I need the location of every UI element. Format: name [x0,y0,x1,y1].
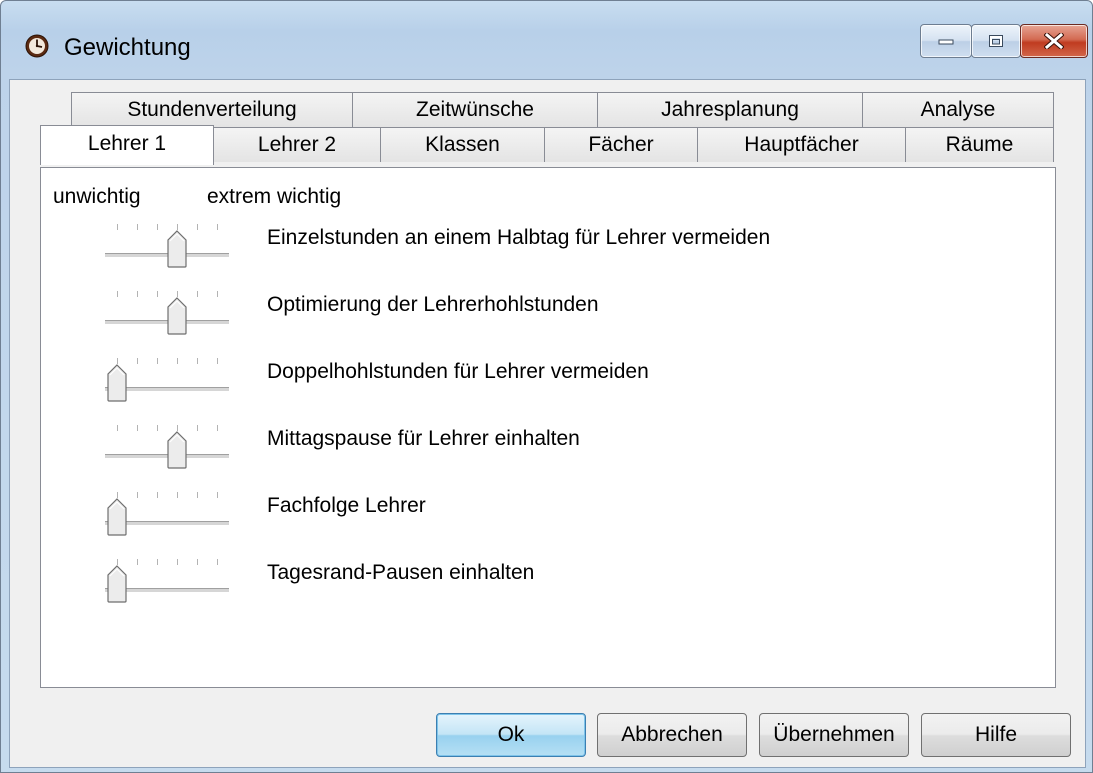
tab-lehrer-2[interactable]: Lehrer 2 [213,127,381,162]
close-button[interactable] [1020,24,1088,58]
option-label: Doppelhohlstunden für Lehrer vermeiden [267,360,649,383]
maximize-button[interactable] [971,24,1021,58]
slider-thumb[interactable] [107,364,127,402]
slider-tick [217,559,218,565]
slider-tick [137,291,138,297]
ok-button[interactable]: Ok [436,713,586,757]
scale-label-high: extrem wichtig [207,185,342,208]
slider-tick [137,492,138,498]
slider-tick [217,291,218,297]
slider-tick [197,358,198,364]
slider-tick [197,425,198,431]
slider-tick [217,224,218,230]
slider-tick [157,224,158,230]
slider-tick [197,224,198,230]
weight-slider[interactable] [105,287,235,337]
slider-tick [157,358,158,364]
slider-tick [177,492,178,498]
slider-tick [217,425,218,431]
option-label: Tagesrand-Pausen einhalten [267,561,535,584]
minimize-button[interactable] [920,24,972,58]
slider-thumb[interactable] [107,498,127,536]
window-title: Gewichtung [64,34,191,61]
slider-tick [197,492,198,498]
tab-lehrer-1[interactable]: Lehrer 1 [40,125,214,165]
slider-tick [197,291,198,297]
dialog-client-area: Stundenverteilung Zeitwünsche Jahresplan… [9,79,1086,768]
slider-tick [117,425,118,431]
slider-thumb[interactable] [107,565,127,603]
tab-hauptfaecher[interactable]: Hauptfächer [697,127,906,162]
apply-button[interactable]: Übernehmen [759,713,909,757]
weight-slider[interactable] [105,488,235,538]
slider-tick [177,559,178,565]
tab-jahresplanung[interactable]: Jahresplanung [597,92,863,127]
tab-faecher[interactable]: Fächer [544,127,698,162]
tab-panel-lehrer-1: unwichtig extrem wichtig Einzelstunden a… [40,167,1056,688]
weight-slider[interactable] [105,220,235,270]
weight-slider[interactable] [105,421,235,471]
slider-thumb[interactable] [167,297,187,335]
slider-tick [177,358,178,364]
dialog-window: Gewichtung Stundenverteilung Zeitwünsche… [0,0,1093,773]
slider-tick [197,559,198,565]
minimize-icon [938,39,954,45]
slider-tick [157,425,158,431]
title-bar[interactable]: Gewichtung [1,1,1092,79]
scale-label-low: unwichtig [53,185,141,208]
tab-raeume[interactable]: Räume [905,127,1054,162]
close-icon [1044,33,1064,49]
option-label: Optimierung der Lehrerhohlstunden [267,293,599,316]
weight-slider[interactable] [105,354,235,404]
slider-tick [117,224,118,230]
slider-tick [157,291,158,297]
tab-stundenverteilung[interactable]: Stundenverteilung [71,92,353,127]
tab-klassen[interactable]: Klassen [380,127,545,162]
weight-slider[interactable] [105,555,235,605]
slider-tick [137,224,138,230]
slider-tick [137,425,138,431]
slider-thumb[interactable] [167,431,187,469]
slider-tick [117,291,118,297]
slider-tick [157,492,158,498]
slider-tick [137,559,138,565]
slider-tick [217,358,218,364]
option-label: Fachfolge Lehrer [267,494,426,517]
slider-thumb[interactable] [167,230,187,268]
option-label: Mittagspause für Lehrer einhalten [267,427,580,450]
maximize-icon [989,35,1003,47]
slider-tick [157,559,158,565]
slider-tick [217,492,218,498]
slider-tick [137,358,138,364]
tab-zeitwuensche[interactable]: Zeitwünsche [352,92,598,127]
clock-icon [25,34,49,58]
help-button[interactable]: Hilfe [921,713,1071,757]
option-label: Einzelstunden an einem Halbtag für Lehre… [267,226,771,249]
tab-analyse[interactable]: Analyse [862,92,1054,127]
cancel-button[interactable]: Abbrechen [597,713,747,757]
